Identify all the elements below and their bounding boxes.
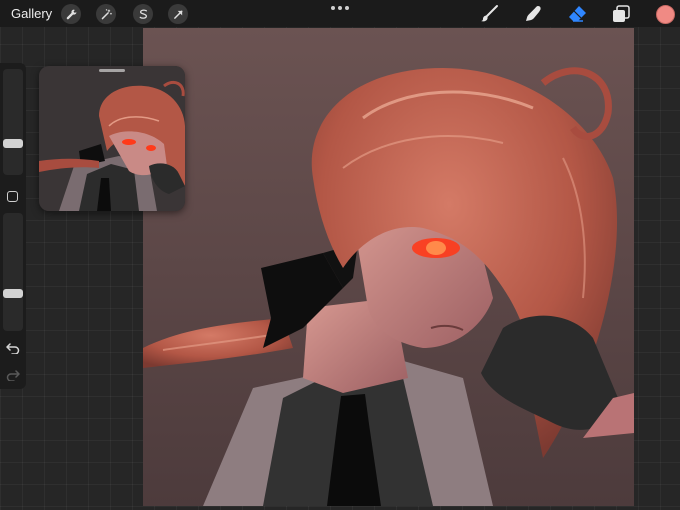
opacity-thumb[interactable] <box>3 289 23 299</box>
brush-size-thumb[interactable] <box>3 138 23 148</box>
undo-icon[interactable] <box>6 341 20 355</box>
selection-icon[interactable] <box>133 4 153 24</box>
smudge-icon[interactable] <box>523 4 545 24</box>
magic-wand-icon[interactable] <box>96 4 116 24</box>
brush-icon[interactable] <box>479 4 501 24</box>
brush-size-slider[interactable] <box>3 69 23 175</box>
opacity-slider[interactable] <box>3 213 23 331</box>
drawing-canvas[interactable] <box>143 28 634 506</box>
redo-icon[interactable] <box>6 368 20 382</box>
layers-icon[interactable] <box>610 4 632 24</box>
reference-drag-handle[interactable] <box>99 69 125 72</box>
more-options-icon[interactable] <box>331 6 349 12</box>
reference-thumbnail <box>39 66 185 211</box>
left-sidebar <box>0 63 26 389</box>
eraser-icon[interactable] <box>566 4 588 24</box>
artwork <box>143 28 634 506</box>
wrench-icon[interactable] <box>61 4 81 24</box>
top-toolbar: Gallery <box>0 0 680 27</box>
transform-arrow-icon[interactable] <box>168 4 188 24</box>
color-picker-button[interactable] <box>656 5 675 24</box>
gallery-button[interactable]: Gallery <box>11 6 52 21</box>
reference-window[interactable] <box>39 66 185 211</box>
modify-button[interactable] <box>7 191 18 202</box>
